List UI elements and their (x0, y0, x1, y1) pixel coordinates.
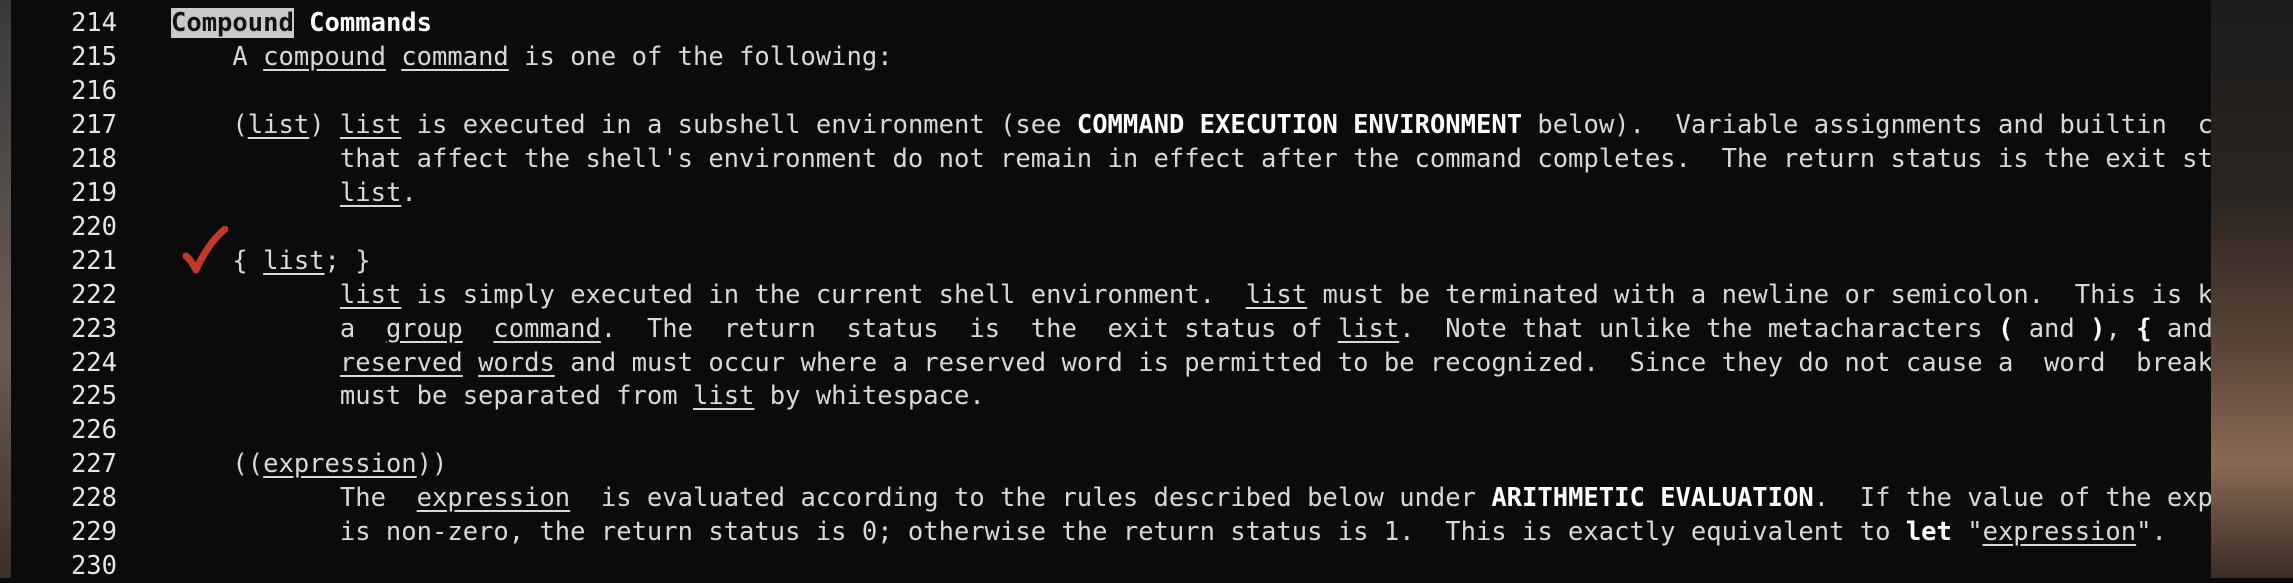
line-text: must be separated from list by whitespac… (171, 379, 985, 413)
underlined-term: compound (263, 41, 386, 72)
text-segment: by whitespace. (754, 381, 985, 412)
text-segment (171, 348, 340, 378)
red-checkmark-icon (182, 226, 228, 274)
underlined-term: list (692, 381, 755, 412)
text-segment: . Note that unlike the metacharacters (1399, 313, 1998, 344)
underlined-term: list (263, 245, 325, 276)
desktop-background-right (2211, 0, 2293, 578)
bold-term: let (1905, 517, 1952, 548)
bold-term: ( (1997, 313, 2014, 344)
line-text: that affect the shell's environment do n… (171, 142, 2293, 176)
underlined-term: expression (1982, 517, 2137, 548)
bold-term: COMMAND EXECUTION ENVIRONMENT (1076, 109, 1523, 140)
text-segment: ( (171, 109, 248, 140)
text-segment: and must occur where a reserved word is … (554, 347, 2293, 378)
line-text: is non-zero, the return status is 0; oth… (171, 515, 2167, 549)
line-number: 229 (70, 517, 117, 548)
line-number: 216 (70, 75, 117, 106)
underlined-term: command (493, 313, 601, 344)
line-number: 224 (70, 347, 117, 378)
text-segment: and (2013, 313, 2091, 344)
text-segment: A (171, 41, 264, 72)
text-segment: must be terminated with a newline or sem… (1307, 279, 2293, 310)
bold-term: Commands (293, 8, 432, 38)
desktop-background-left (0, 0, 11, 578)
text-segment: )) (416, 449, 448, 480)
line-text: list is simply executed in the current s… (171, 278, 2293, 312)
text-segment: is simply executed in the current shell … (401, 279, 1246, 310)
line-text: ((expression)) (171, 447, 447, 481)
text-segment: , (2105, 313, 2137, 344)
text-segment: ". (2136, 517, 2167, 548)
line-number: 215 (70, 41, 117, 72)
bold-term: ) (2090, 313, 2106, 344)
line-number: 223 (70, 313, 117, 344)
bold-term: Compound (171, 8, 294, 38)
text-segment: ) (309, 109, 340, 140)
underlined-term: list (339, 177, 402, 208)
line-number: 219 (70, 177, 117, 208)
underlined-term: list (1245, 279, 1308, 310)
underlined-term: group (385, 313, 463, 344)
text-segment: " (1951, 517, 1983, 548)
line-text: list. (171, 176, 417, 210)
text-segment: ; } (324, 245, 371, 276)
line-text: The expression is evaluated according to… (171, 481, 2293, 515)
text-segment: The (171, 483, 417, 514)
line-number: 227 (70, 449, 117, 480)
underlined-term: expression (416, 483, 571, 514)
line-text: Compound Commands (171, 6, 432, 40)
text-segment: is one of the following: (508, 41, 893, 72)
text-segment: below). Variable assignments and builtin… (1522, 109, 2293, 140)
underlined-term: reserved (339, 347, 463, 378)
text-segment (463, 348, 478, 378)
line-text: A compound command is one of the followi… (171, 40, 893, 74)
line-text: reserved words and must occur where a re… (171, 346, 2293, 380)
terminal-text-area[interactable]: 214 Compound Commands 215 A compound comma… (11, 0, 2293, 581)
underlined-term: list (247, 109, 310, 140)
underlined-term: list (339, 279, 402, 310)
text-segment: is non-zero, the return status is 0; oth… (171, 517, 1906, 548)
underlined-term: list (339, 109, 402, 140)
line-number: 221 (70, 245, 117, 276)
text-segment: is evaluated according to the rules desc… (570, 483, 1492, 514)
line-number: 222 (70, 279, 117, 310)
underlined-term: command (401, 41, 509, 72)
line-number: 225 (70, 381, 117, 412)
line-text: (list) list is executed in a subshell en… (171, 108, 2293, 142)
text-segment: . The return status is the exit status o… (600, 313, 1338, 344)
line-number: 214 (70, 8, 117, 38)
text-segment (171, 178, 340, 208)
line-number: 218 (70, 143, 117, 174)
bold-term: { (2136, 313, 2152, 344)
line-text: a group command. The return status is th… (171, 312, 2293, 346)
underlined-term: list (1337, 313, 1400, 344)
text-segment (386, 42, 401, 72)
underlined-term: expression (263, 449, 417, 480)
underlined-term: words (478, 347, 555, 378)
line-number: 228 (70, 483, 117, 514)
bold-term: ARITHMETIC EVALUATION (1491, 483, 1814, 514)
line-number: 220 (70, 211, 117, 242)
text-segment (171, 280, 340, 310)
text-segment: . (401, 177, 417, 208)
text-segment: a (171, 313, 386, 344)
text-segment: must be separated from (171, 381, 693, 412)
text-segment: is executed in a subshell environment (s… (401, 109, 1077, 140)
text-segment: (( (171, 449, 264, 480)
line-number: 217 (70, 109, 117, 140)
line-number: 226 (70, 415, 117, 446)
text-segment (463, 314, 494, 344)
text-segment: that affect the shell's environment do n… (171, 143, 2293, 174)
